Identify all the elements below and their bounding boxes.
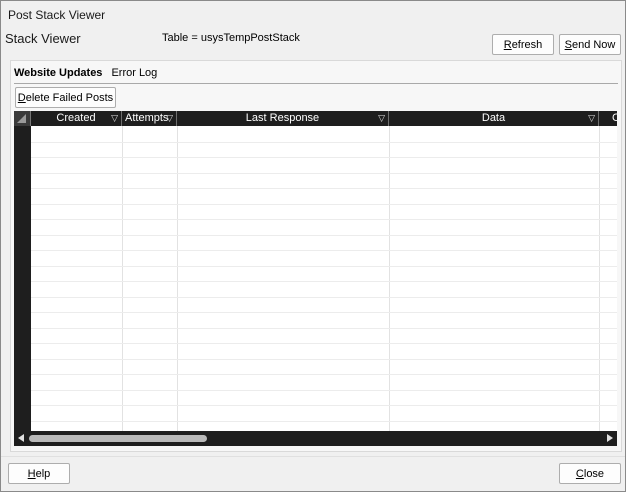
row-separator	[31, 328, 617, 329]
grid-header: Created ▽ Attempts ▽ Last Response ▽ Dat…	[14, 111, 617, 126]
arrow-left-icon[interactable]	[18, 434, 24, 442]
row-separator	[31, 235, 617, 236]
column-header-created[interactable]: Created ▽	[31, 111, 122, 126]
column-divider	[177, 126, 178, 431]
arrow-right-icon[interactable]	[607, 434, 613, 442]
help-button[interactable]: Help	[8, 463, 70, 484]
scrollbar-thumb[interactable]	[29, 435, 207, 442]
column-header-attempts[interactable]: Attempts ▽	[122, 111, 177, 126]
filter-triangle-icon[interactable]: ▽	[588, 114, 595, 123]
tab-divider	[14, 83, 618, 84]
filter-triangle-icon[interactable]: ▽	[166, 114, 173, 123]
column-header-partial[interactable]: C	[599, 111, 617, 126]
row-selector-gutter[interactable]	[14, 126, 31, 431]
row-separator	[31, 390, 617, 391]
column-header-last-response[interactable]: Last Response ▽	[177, 111, 389, 126]
select-all-corner-icon[interactable]	[14, 111, 31, 126]
filter-triangle-icon[interactable]: ▽	[111, 114, 118, 123]
row-separator	[31, 281, 617, 282]
tab-website-updates[interactable]: Website Updates	[14, 65, 102, 83]
close-button[interactable]: Close	[559, 463, 621, 484]
filter-triangle-icon[interactable]: ▽	[378, 114, 385, 123]
row-separator	[31, 266, 617, 267]
title-bar: Post Stack Viewer	[1, 1, 625, 29]
window-title: Post Stack Viewer	[8, 8, 106, 22]
delete-failed-posts-button[interactable]: Delete Failed Posts	[15, 87, 116, 108]
send-now-button[interactable]: Send Now	[559, 34, 621, 55]
row-separator	[31, 142, 617, 143]
row-separator	[31, 359, 617, 360]
row-separator	[31, 405, 617, 406]
row-separator	[31, 343, 617, 344]
grid-body[interactable]	[31, 126, 617, 431]
post-stack-grid[interactable]: Created ▽ Attempts ▽ Last Response ▽ Dat…	[14, 111, 617, 446]
column-header-data[interactable]: Data ▽	[389, 111, 599, 126]
column-divider	[122, 126, 123, 431]
footer-divider	[1, 456, 625, 457]
column-divider	[599, 126, 600, 431]
post-stack-viewer-window: Post Stack Viewer Stack Viewer Table = u…	[0, 0, 626, 492]
row-separator	[31, 204, 617, 205]
row-separator	[31, 297, 617, 298]
row-separator	[31, 219, 617, 220]
row-separator	[31, 173, 617, 174]
row-separator	[31, 312, 617, 313]
tab-strip: Website Updates Error Log	[14, 65, 166, 83]
row-separator	[31, 421, 617, 422]
refresh-button[interactable]: Refresh	[492, 34, 554, 55]
column-divider	[389, 126, 390, 431]
horizontal-scrollbar[interactable]	[14, 431, 617, 446]
row-separator	[31, 188, 617, 189]
tab-error-log[interactable]: Error Log	[111, 65, 157, 83]
row-separator	[31, 157, 617, 158]
row-separator	[31, 374, 617, 375]
table-name-label: Table = usysTempPostStack	[162, 32, 300, 44]
page-title: Stack Viewer	[5, 31, 81, 46]
row-separator	[31, 250, 617, 251]
